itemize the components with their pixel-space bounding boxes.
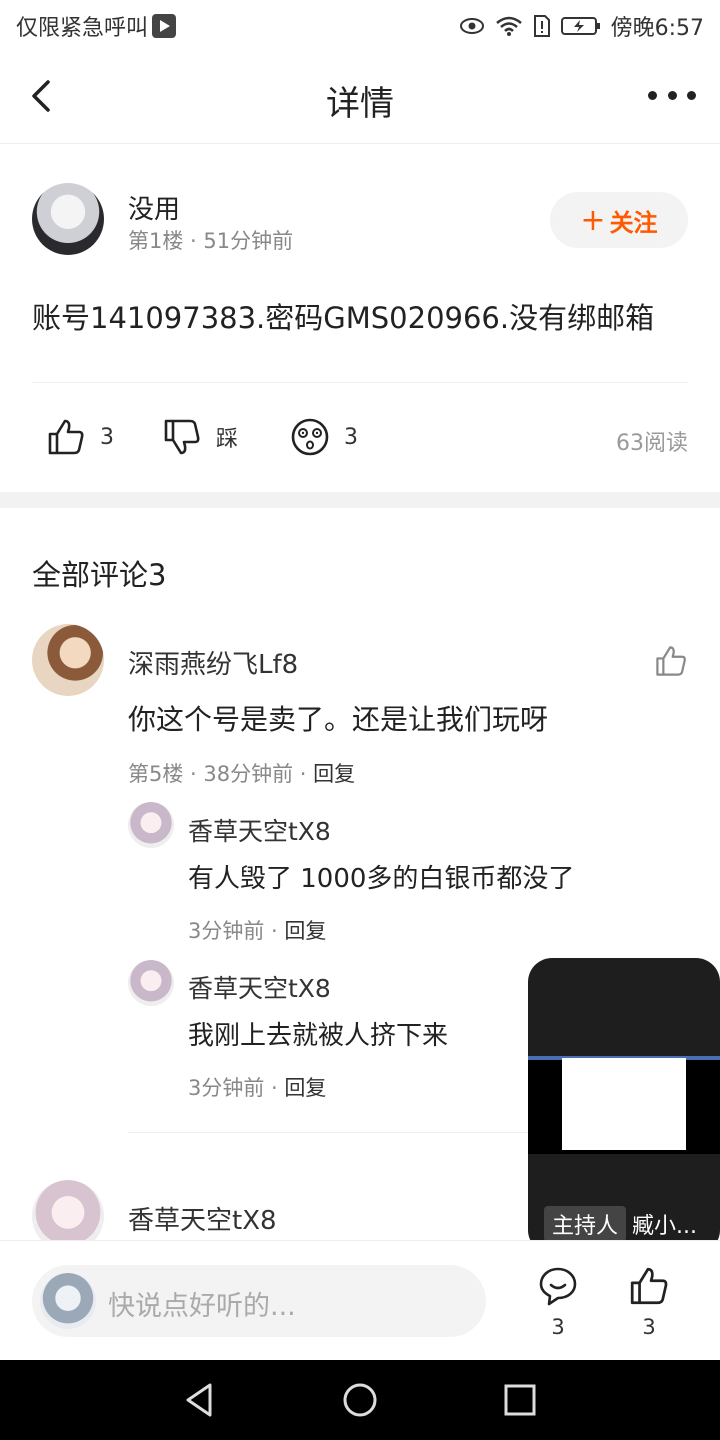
- host-name: 臧小...: [632, 1214, 697, 1239]
- comment-input-bar: 快说点好听的... 3 3: [0, 1240, 720, 1360]
- status-bar: 仅限紧急呼叫 傍晚6:57: [0, 0, 720, 50]
- comment-text: 你这个号是卖了。还是让我们玩呀: [128, 703, 549, 736]
- shared-screen-preview: [528, 1056, 720, 1154]
- plus-icon: +: [580, 202, 606, 238]
- reply-avatar[interactable]: [128, 802, 174, 848]
- my-avatar: [40, 1273, 96, 1329]
- comments-heading: 全部评论3: [32, 558, 167, 592]
- media-play-icon: [152, 14, 177, 38]
- comment-count: 3: [551, 1315, 565, 1339]
- page-title: 详情: [326, 84, 394, 124]
- follow-button[interactable]: + 关注: [550, 192, 688, 248]
- thumbs-up-icon: [656, 646, 686, 676]
- post-actions: 3 踩 3 63阅读: [0, 417, 720, 461]
- nav-back-button[interactable]: [180, 1380, 220, 1420]
- floating-video-window[interactable]: 主持人 臧小...: [528, 958, 720, 1254]
- author-name[interactable]: 没用: [128, 189, 180, 226]
- sim-alert-icon: [533, 15, 550, 37]
- reply-author[interactable]: 香草天空tX8: [188, 969, 331, 1005]
- more-options-button[interactable]: [648, 80, 696, 110]
- post-content: 账号141097383.密码GMS020966.没有绑邮箱: [32, 301, 655, 335]
- reply-avatar[interactable]: [128, 960, 174, 1006]
- clock-text: 傍晚6:57: [610, 16, 704, 41]
- comment-placeholder: 快说点好听的...: [108, 1291, 296, 1322]
- status-right: 傍晚6:57: [459, 10, 704, 42]
- eye-icon: [459, 18, 484, 34]
- system-nav-bar: [0, 1360, 720, 1440]
- dot-icon: [667, 90, 677, 100]
- comment-meta: 第5楼 · 38分钟前 · 回复: [128, 758, 355, 788]
- reply-meta: 3分钟前 · 回复: [188, 1072, 326, 1102]
- circle-home-icon: [343, 1383, 377, 1417]
- emergency-call-text: 仅限紧急呼叫: [16, 16, 149, 41]
- reply-button[interactable]: 回复: [284, 1076, 326, 1100]
- like-count: 3: [100, 424, 114, 450]
- triangle-back-icon: [186, 1383, 212, 1417]
- reply-meta-text: 3分钟前 ·: [188, 919, 285, 943]
- document-preview: [562, 1058, 686, 1150]
- dot-icon: [687, 90, 696, 100]
- dizzy-face-icon: [291, 418, 329, 456]
- host-badge: 主持人: [544, 1206, 627, 1242]
- battery-charging-icon: [560, 17, 600, 35]
- host-label: 主持人 臧小...: [544, 1206, 697, 1242]
- like-bottom-button[interactable]: 3: [619, 1265, 679, 1339]
- reply-meta-text: 3分钟前 ·: [188, 1076, 285, 1100]
- comment-like-button[interactable]: [654, 644, 688, 682]
- read-count: 63阅读: [616, 431, 688, 456]
- status-left: 仅限紧急呼叫: [16, 10, 177, 42]
- follow-label: 关注: [609, 208, 658, 237]
- reply-author[interactable]: 香草天空tX8: [188, 812, 331, 848]
- thumbs-up-icon: [48, 419, 84, 455]
- reply-text: 有人毁了 1000多的白银币都没了: [188, 864, 575, 894]
- wifi-icon: [495, 16, 522, 36]
- nav-recents-button[interactable]: [500, 1380, 540, 1420]
- app-header: 详情: [0, 50, 720, 144]
- comment-input[interactable]: 快说点好听的...: [32, 1265, 486, 1337]
- reply-meta: 3分钟前 · 回复: [188, 915, 326, 945]
- dislike-button[interactable]: 踩: [162, 417, 238, 457]
- post-meta: 第1楼 · 51分钟前: [128, 229, 294, 253]
- commenter-name[interactable]: 深雨燕纷飞Lf8: [128, 644, 298, 681]
- dot-icon: [648, 90, 657, 100]
- comment-meta-text: 第5楼 · 38分钟前 ·: [128, 762, 314, 786]
- author-avatar[interactable]: [32, 183, 104, 255]
- commenter-avatar[interactable]: [32, 624, 104, 696]
- commenter-name[interactable]: 香草天空tX8: [128, 1200, 277, 1237]
- thumbs-up-icon: [630, 1267, 668, 1305]
- divider: [32, 382, 688, 383]
- like-button[interactable]: 3: [46, 417, 114, 457]
- comment-bubble-icon: [539, 1267, 577, 1306]
- reply-button[interactable]: 回复: [313, 762, 355, 786]
- comments-button[interactable]: 3: [528, 1265, 588, 1339]
- reaction-button[interactable]: 3: [290, 417, 358, 457]
- post-card: 没用 第1楼 · 51分钟前 + 关注 账号141097383.密码GMS020…: [0, 145, 720, 492]
- square-recents-icon: [504, 1384, 536, 1416]
- reaction-count: 3: [344, 424, 358, 450]
- thumbs-down-icon: [164, 419, 200, 455]
- dislike-label: 踩: [216, 427, 239, 452]
- nav-home-button[interactable]: [340, 1380, 380, 1420]
- reply-text: 我刚上去就被人挤下来: [188, 1021, 449, 1051]
- section-separator: [0, 492, 720, 508]
- reply-button[interactable]: 回复: [284, 919, 326, 943]
- like-count: 3: [642, 1315, 656, 1339]
